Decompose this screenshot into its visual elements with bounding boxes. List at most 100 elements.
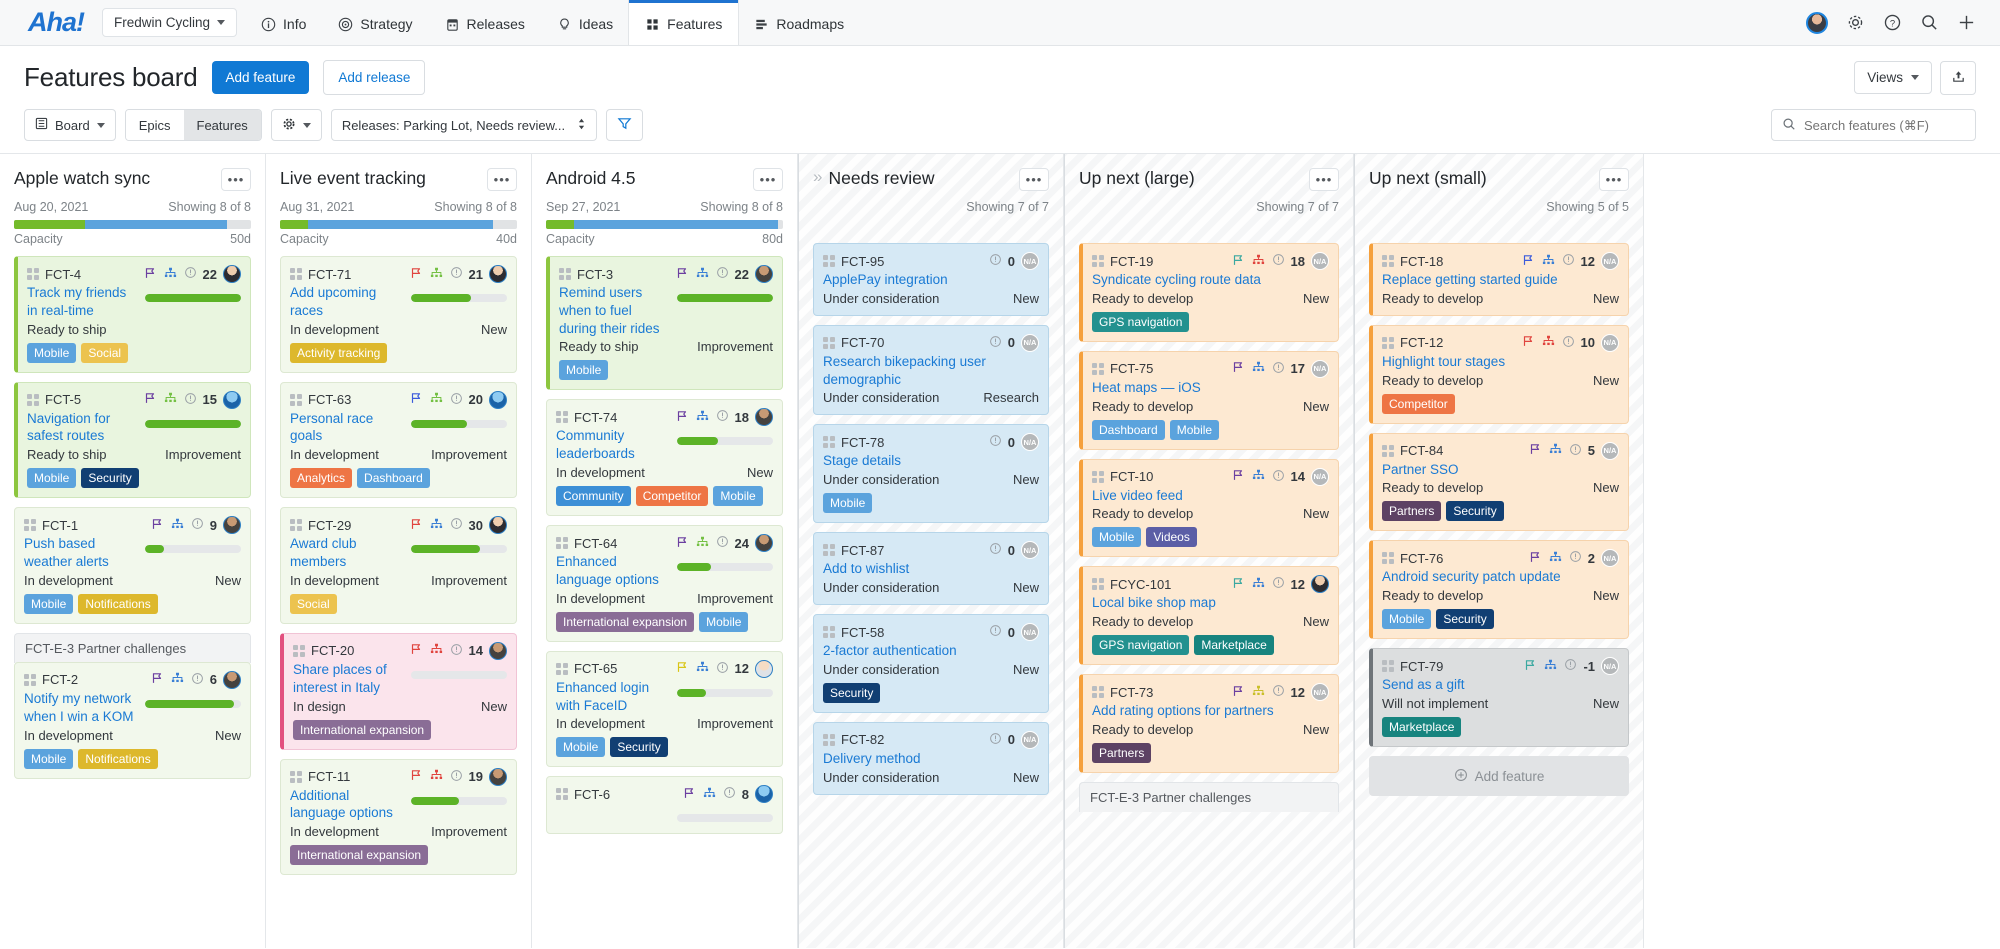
feature-tag[interactable]: Community <box>556 486 631 506</box>
feature-title[interactable]: Partner SSO <box>1382 461 1619 479</box>
drag-handle-icon[interactable] <box>290 268 302 280</box>
feature-tag[interactable]: Marketplace <box>1382 717 1461 737</box>
feature-card[interactable]: FCT-845N/APartner SSOReady to developNew… <box>1369 433 1629 532</box>
feature-tag[interactable]: Security <box>1436 609 1493 629</box>
feature-title[interactable]: Notify my network when I win a KOM <box>24 690 137 726</box>
assignee-avatar[interactable]: N/A <box>1601 549 1619 567</box>
feature-title[interactable]: Delivery method <box>823 750 1039 768</box>
hierarchy-icon[interactable] <box>429 391 444 408</box>
flag-icon[interactable] <box>1231 360 1245 377</box>
feature-title[interactable]: Highlight tour stages <box>1382 353 1619 371</box>
feature-title[interactable]: Additional language options <box>290 787 403 823</box>
hierarchy-icon[interactable] <box>695 409 710 426</box>
assignee-avatar[interactable]: N/A <box>1601 334 1619 352</box>
assignee-avatar[interactable] <box>755 265 773 283</box>
hierarchy-icon[interactable] <box>1251 684 1266 701</box>
flag-icon[interactable] <box>1528 550 1542 567</box>
feature-title[interactable]: 2-factor authentication <box>823 642 1039 660</box>
feature-title[interactable]: Replace getting started guide <box>1382 271 1619 289</box>
feature-title[interactable]: Award club members <box>290 535 403 571</box>
feature-tag[interactable]: Mobile <box>27 468 76 488</box>
tab-ideas[interactable]: Ideas <box>541 0 629 45</box>
feature-card[interactable]: FCT-1918N/ASyndicate cycling route dataR… <box>1079 243 1339 342</box>
collapse-column-icon[interactable]: » <box>813 168 822 185</box>
hierarchy-icon[interactable] <box>1548 442 1563 459</box>
assignee-avatar[interactable]: N/A <box>1021 252 1039 270</box>
feature-tag[interactable]: Notifications <box>78 749 157 769</box>
hierarchy-icon[interactable] <box>702 786 717 803</box>
feature-card[interactable]: FCT-2930Award club membersIn development… <box>280 507 517 624</box>
add-feature-placeholder[interactable]: Add feature <box>1369 756 1629 796</box>
assignee-avatar[interactable] <box>223 391 241 409</box>
feature-tag[interactable]: Mobile <box>1382 609 1431 629</box>
hierarchy-icon[interactable] <box>695 535 710 552</box>
drag-handle-icon[interactable] <box>556 663 568 675</box>
feature-title[interactable]: Research bikepacking user demographic <box>823 353 1039 389</box>
feature-card[interactable]: FCT-1812N/AReplace getting started guide… <box>1369 243 1629 316</box>
feature-card[interactable]: FCT-26Notify my network when I win a KOM… <box>14 662 251 779</box>
assignee-avatar[interactable] <box>755 785 773 803</box>
assignee-avatar[interactable]: N/A <box>1021 334 1039 352</box>
assignee-avatar[interactable]: N/A <box>1021 433 1039 451</box>
feature-tag[interactable]: Mobile <box>1092 527 1141 547</box>
assignee-avatar[interactable] <box>223 671 241 689</box>
flag-icon[interactable] <box>409 517 423 534</box>
filter-button[interactable] <box>606 109 643 141</box>
gear-icon[interactable] <box>1846 13 1865 32</box>
drag-handle-icon[interactable] <box>556 411 568 423</box>
tab-strategy[interactable]: Strategy <box>322 0 428 45</box>
views-button[interactable]: Views <box>1854 61 1932 94</box>
feature-title[interactable]: Stage details <box>823 452 1039 470</box>
search-features-box[interactable] <box>1771 109 1976 141</box>
feature-title[interactable]: Local bike shop map <box>1092 594 1329 612</box>
feature-title[interactable]: Enhanced login with FaceID <box>556 679 669 715</box>
drag-handle-icon[interactable] <box>556 788 568 800</box>
feature-tag[interactable]: Dashboard <box>357 468 430 488</box>
feature-tag[interactable]: International expansion <box>293 720 431 740</box>
feature-tag[interactable]: Activity tracking <box>290 343 387 363</box>
feature-title[interactable]: Send as a gift <box>1382 676 1619 694</box>
toggle-epics[interactable]: Epics <box>126 110 184 140</box>
feature-card[interactable]: FCT-19Push based weather alertsIn develo… <box>14 507 251 624</box>
flag-icon[interactable] <box>675 409 689 426</box>
feature-card[interactable]: FCT-7517N/AHeat maps — iOSReady to devel… <box>1079 351 1339 450</box>
hierarchy-icon[interactable] <box>1548 550 1563 567</box>
flag-icon[interactable] <box>1231 684 1245 701</box>
feature-card[interactable]: FCT-7312N/AAdd rating options for partne… <box>1079 674 1339 773</box>
feature-card[interactable]: FCYC-10112Local bike shop mapReady to de… <box>1079 566 1339 665</box>
tab-info[interactable]: Info <box>245 0 322 45</box>
hierarchy-icon[interactable] <box>1251 360 1266 377</box>
feature-tag[interactable]: Social <box>81 343 128 363</box>
assignee-avatar[interactable] <box>489 642 507 660</box>
assignee-avatar[interactable] <box>489 768 507 786</box>
feature-card[interactable]: FCT-7121Add upcoming racesIn development… <box>280 256 517 373</box>
flag-icon[interactable] <box>675 535 689 552</box>
drag-handle-icon[interactable] <box>1382 660 1394 672</box>
feature-tag[interactable]: Mobile <box>713 486 762 506</box>
drag-handle-icon[interactable] <box>1092 686 1104 698</box>
feature-card[interactable]: FCT-6320Personal race goalsIn developmen… <box>280 382 517 499</box>
flag-icon[interactable] <box>1231 253 1245 270</box>
tab-roadmaps[interactable]: Roadmaps <box>738 0 860 45</box>
feature-tag[interactable]: Competitor <box>1382 394 1455 414</box>
feature-tag[interactable]: Dashboard <box>1092 420 1165 440</box>
feature-card[interactable]: FCT-1014N/ALive video feedReady to devel… <box>1079 459 1339 558</box>
assignee-avatar[interactable] <box>489 391 507 409</box>
assignee-avatar[interactable]: N/A <box>1021 541 1039 559</box>
drag-handle-icon[interactable] <box>1382 255 1394 267</box>
column-menu-button[interactable]: ••• <box>1599 168 1629 191</box>
epic-header[interactable]: FCT-E-3 Partner challenges <box>1079 782 1339 812</box>
drag-handle-icon[interactable] <box>1092 471 1104 483</box>
drag-handle-icon[interactable] <box>823 544 835 556</box>
assignee-avatar[interactable]: N/A <box>1601 252 1619 270</box>
column-menu-button[interactable]: ••• <box>1019 168 1049 191</box>
tab-releases[interactable]: Releases <box>429 0 541 45</box>
feature-card[interactable]: FCT-1119Additional language optionsIn de… <box>280 759 517 876</box>
drag-handle-icon[interactable] <box>559 268 571 280</box>
hierarchy-icon[interactable] <box>429 642 444 659</box>
feature-card[interactable]: FCT-700N/AResearch bikepacking user demo… <box>813 325 1049 416</box>
feature-card[interactable]: FCT-7418Community leaderboardsIn develop… <box>546 399 783 516</box>
flag-icon[interactable] <box>150 517 164 534</box>
feature-title[interactable]: Community leaderboards <box>556 427 669 463</box>
drag-handle-icon[interactable] <box>27 268 39 280</box>
